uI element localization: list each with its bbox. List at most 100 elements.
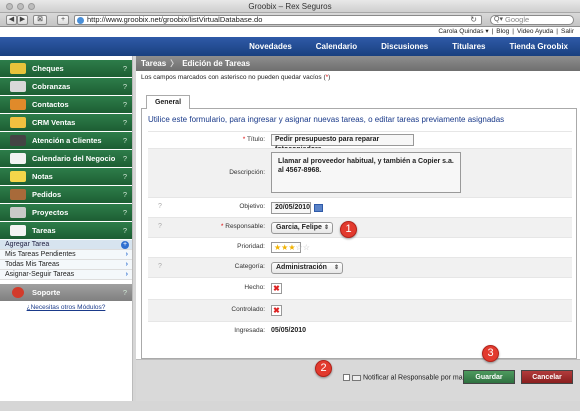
sidebar-sub-mis-tareas-pendientes[interactable]: Mis Tareas Pendientes › [0, 250, 132, 260]
titulo-field[interactable]: Pedir presupuesto para reparar fotocopia… [271, 134, 414, 153]
row-hecho: Hecho: ✖ [148, 277, 572, 299]
help-icon[interactable]: ? [123, 96, 127, 113]
sidebar-sub-todas-mis-tareas[interactable]: Todas Mis Tareas › [0, 260, 132, 270]
row-controlado: Controlado: ✖ [148, 299, 572, 321]
tareas-icon [10, 225, 26, 236]
browser-toolbar: ◀ ▶ ⊠ + http://www.groobix.net/groobix/l… [0, 13, 580, 27]
globe-icon [77, 17, 84, 24]
star-icon[interactable]: ☆ [303, 243, 310, 252]
sidebar-item-calendario[interactable]: Calendario del Negocio? [0, 150, 132, 167]
help-icon[interactable]: ? [158, 263, 162, 270]
blog-link[interactable]: Blog [496, 28, 509, 35]
updown-icon: ⇕ [323, 225, 329, 231]
zoom-light[interactable] [28, 3, 35, 10]
controlado-label: Controlado: [231, 306, 265, 313]
screenshot-icon[interactable]: ⊠ [33, 15, 47, 25]
window-title: Groobix – Rex Seguros [248, 2, 332, 11]
categoria-select[interactable]: Administración ⇕ [271, 262, 343, 274]
nav-tienda[interactable]: Tienda Groobix [497, 37, 580, 56]
help-icon[interactable]: ? [123, 284, 127, 301]
titulo-label: * Título: [242, 136, 265, 143]
browser-window: Groobix – Rex Seguros ◀ ▶ ⊠ + http://www… [0, 0, 580, 411]
url-field[interactable]: http://www.groobix.net/groobix/listVirtu… [74, 15, 482, 25]
nav-novedades[interactable]: Novedades [237, 37, 304, 56]
help-icon[interactable]: ? [158, 223, 162, 230]
tab-general[interactable]: General [146, 95, 190, 109]
forward-button[interactable]: ▶ [17, 15, 28, 25]
support-icon [12, 287, 24, 298]
row-titulo: * Título: Pedir presupuesto para reparar… [148, 131, 572, 153]
descripcion-field[interactable]: Llamar al proveedor habitual, y también … [271, 152, 461, 193]
save-button[interactable]: Guardar [463, 370, 515, 384]
calendar-icon[interactable] [314, 204, 323, 212]
priority-stars[interactable]: ★★★☆☆ [271, 242, 310, 253]
callout-badge-1: 1 [340, 221, 357, 238]
sidebar-item-soporte[interactable]: Soporte? [0, 284, 132, 301]
responsable-select[interactable]: Garcia, Felipe ⇕ [271, 222, 333, 234]
notify-checkbox[interactable] [343, 374, 350, 381]
minimize-light[interactable] [17, 3, 24, 10]
breadcrumb-section[interactable]: Tareas [141, 59, 166, 68]
row-prioridad: Prioridad: ★★★☆☆ [148, 237, 572, 257]
help-icon[interactable]: ? [123, 222, 127, 239]
sidebar-item-proyectos[interactable]: Proyectos? [0, 204, 132, 221]
help-icon[interactable]: ? [158, 203, 162, 210]
controlado-toggle[interactable]: ✖ [271, 305, 282, 316]
row-ingresada: Ingresada: 05/05/2010 [148, 321, 572, 341]
tab-strip: General [141, 95, 577, 109]
headset-icon [10, 135, 26, 146]
sidebar-item-contactos[interactable]: Contactos? [0, 96, 132, 113]
help-icon[interactable]: ? [123, 114, 127, 131]
back-button[interactable]: ◀ [6, 15, 17, 25]
help-icon[interactable]: ? [123, 60, 127, 77]
form-intro: Utilice este formulario, para ingresar y… [148, 115, 505, 124]
row-responsable: ? * Responsable: Garcia, Felipe ⇕ [148, 217, 572, 237]
star-icon[interactable]: ★ [288, 243, 295, 252]
cobranzas-icon [10, 81, 26, 92]
nav-calendario[interactable]: Calendario [304, 37, 369, 56]
logout-link[interactable]: Salir [561, 28, 574, 35]
sidebar-item-cobranzas[interactable]: Cobranzas? [0, 78, 132, 95]
video-help-link[interactable]: Video Ayuda [517, 28, 553, 35]
cancel-button[interactable]: Cancelar [521, 370, 573, 384]
ingresada-label: Ingresada: [234, 327, 265, 334]
window-controls[interactable] [6, 3, 35, 10]
help-icon[interactable]: ? [123, 168, 127, 185]
sidebar-item-cheques[interactable]: Cheques? [0, 60, 132, 77]
refresh-icon[interactable]: ↻ [470, 16, 477, 24]
updown-icon: ⇕ [333, 265, 339, 271]
close-light[interactable] [6, 3, 13, 10]
sidebar-item-pedidos[interactable]: Pedidos? [0, 186, 132, 203]
sidebar-item-tareas[interactable]: Tareas? [0, 222, 132, 239]
more-modules-link[interactable]: ¿Necesitas otros Módulos? [0, 304, 132, 311]
hecho-toggle[interactable]: ✖ [271, 283, 282, 294]
help-icon[interactable]: ? [123, 132, 127, 149]
descripcion-label: Descripción: [229, 169, 265, 176]
sidebar-sub-agregar-tarea[interactable]: Agregar Tarea + [0, 240, 132, 250]
chevron-right-icon: › [125, 251, 128, 258]
sidebar-item-notas[interactable]: Notas? [0, 168, 132, 185]
help-icon[interactable]: ? [123, 150, 127, 167]
user-links: Carola Quindas ▾ | Blog | Video Ayuda | Salir [0, 27, 580, 37]
objetivo-date-field[interactable]: 20/05/2010 [271, 202, 311, 214]
nav-discusiones[interactable]: Discusiones [369, 37, 440, 56]
row-descripcion: Descripción: Llamar al proveedor habitua… [148, 148, 572, 197]
sidebar: Cheques? Cobranzas? Contactos? CRM Venta… [0, 56, 133, 401]
help-icon[interactable]: ? [123, 204, 127, 221]
star-icon[interactable]: ☆ [296, 243, 303, 252]
help-icon[interactable]: ? [123, 186, 127, 203]
window-titlebar: Groobix – Rex Seguros [0, 0, 580, 13]
pedidos-icon [10, 189, 26, 200]
notify-option[interactable]: Notificar al Responsable por mail. [343, 374, 468, 381]
search-field[interactable]: Q▾ Google [490, 15, 574, 25]
sidebar-item-crm[interactable]: CRM Ventas? [0, 114, 132, 131]
add-bookmark-button[interactable]: + [57, 15, 69, 25]
user-menu[interactable]: Carola Quindas ▾ [438, 28, 488, 35]
sidebar-item-atencion[interactable]: Atención a Clientes? [0, 132, 132, 149]
callout-badge-2: 2 [315, 360, 332, 377]
sidebar-sub-asignar-seguir[interactable]: Asignar-Seguir Tareas › [0, 270, 132, 280]
help-icon[interactable]: ? [123, 78, 127, 95]
nav-titulares[interactable]: Titulares [440, 37, 497, 56]
main-nav: Novedades Calendario Discusiones Titular… [0, 37, 580, 56]
cheques-icon [10, 63, 26, 74]
